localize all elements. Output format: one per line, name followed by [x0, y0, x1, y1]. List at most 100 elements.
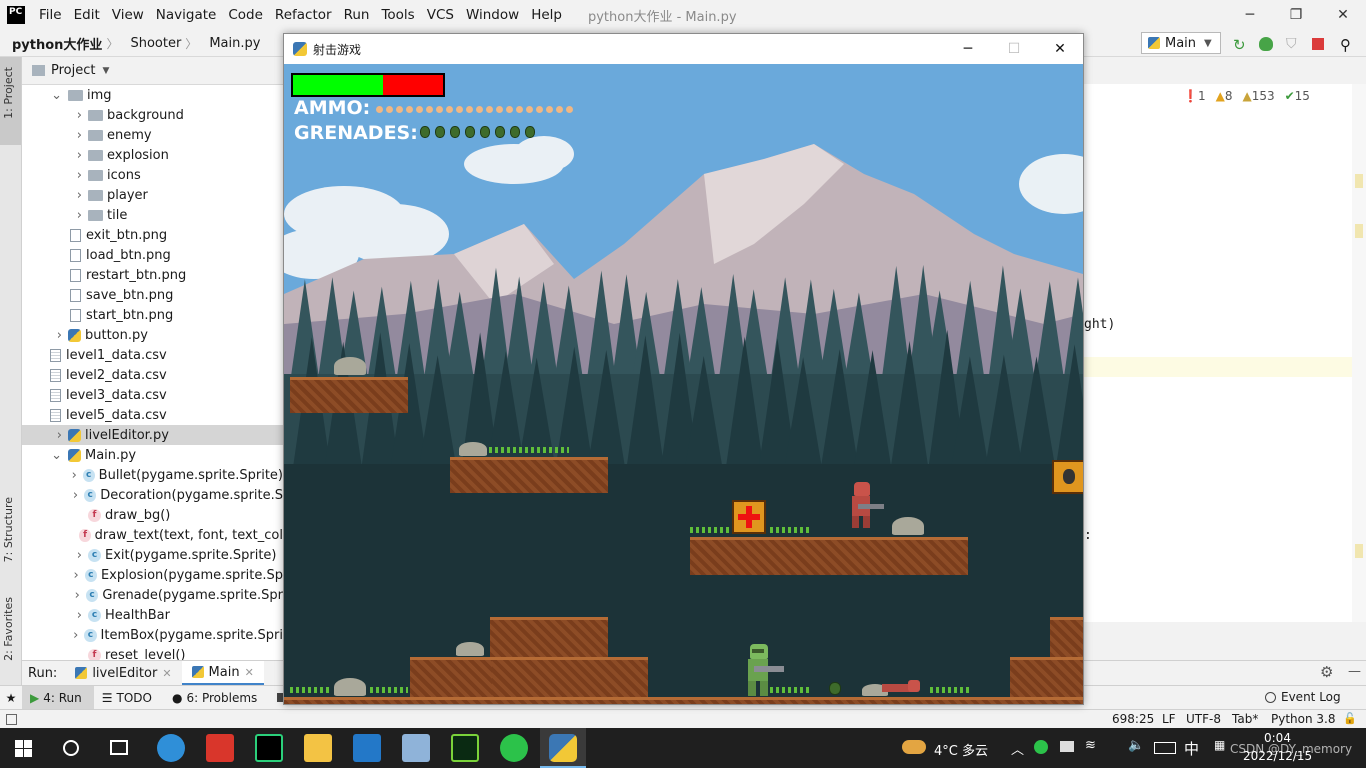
chevron-right-icon[interactable]: ›: [75, 588, 80, 603]
tree-item[interactable]: ⌄ Main.py: [22, 445, 283, 465]
tree-item[interactable]: f draw_text(text, font, text_col: [22, 525, 283, 545]
chevron-right-icon[interactable]: ›: [77, 128, 82, 143]
tree-item[interactable]: › explosion: [22, 145, 283, 165]
tab-structure[interactable]: 7: Structure: [2, 497, 15, 562]
run-tab-livelEditor[interactable]: livelEditor ✕: [65, 666, 181, 681]
toggle-tool-windows-icon[interactable]: [6, 714, 17, 725]
hide-icon[interactable]: —: [1348, 664, 1361, 679]
gear-icon[interactable]: ⚙: [1320, 663, 1333, 681]
tree-item[interactable]: › c HealthBar: [22, 605, 283, 625]
tree-item[interactable]: › c Grenade(pygame.sprite.Spr: [22, 585, 283, 605]
tree-item[interactable]: › c Bullet(pygame.sprite.Sprite): [22, 465, 283, 485]
wifi-icon[interactable]: ≋: [1085, 738, 1096, 753]
breadcrumb-folder[interactable]: Shooter: [118, 36, 185, 51]
python-taskbar-item[interactable]: [540, 728, 586, 768]
wps-icon[interactable]: [206, 734, 234, 762]
chevron-right-icon[interactable]: ›: [77, 168, 82, 183]
tree-item[interactable]: › enemy: [22, 125, 283, 145]
wechat-tray-icon[interactable]: [1034, 740, 1048, 754]
vscode-icon[interactable]: [353, 734, 381, 762]
tab-run[interactable]: ▶ 4: Run: [22, 685, 94, 710]
menu-view[interactable]: View: [106, 7, 150, 23]
chevron-right-icon[interactable]: ›: [72, 468, 77, 483]
game-maximize-button[interactable]: ☐: [1004, 39, 1024, 59]
tree-item[interactable]: › button.py: [22, 325, 283, 345]
chevron-down-icon[interactable]: ⌄: [51, 88, 62, 103]
search-icon[interactable]: ⚲: [1340, 36, 1356, 54]
weak-warning-count[interactable]: ▲153: [1242, 89, 1274, 103]
chevron-right-icon[interactable]: ›: [57, 328, 62, 343]
menu-edit[interactable]: Edit: [68, 7, 106, 23]
tree-item[interactable]: level2_data.csv: [22, 365, 283, 385]
error-count[interactable]: ❗1: [1183, 89, 1206, 103]
chevron-right-icon[interactable]: ›: [73, 488, 78, 503]
edge-icon[interactable]: [157, 734, 185, 762]
debug-bug-icon[interactable]: [1259, 37, 1273, 51]
wechat-icon[interactable]: [500, 734, 528, 762]
tree-item[interactable]: start_btn.png: [22, 305, 283, 325]
lock-icon[interactable]: 🔓: [1343, 712, 1357, 725]
game-titlebar[interactable]: 射击游戏 ─ ☐ ✕: [284, 34, 1083, 64]
chevron-up-icon[interactable]: ︿: [1011, 739, 1024, 758]
indent-setting[interactable]: Tab*: [1232, 712, 1258, 726]
line-separator[interactable]: LF: [1162, 712, 1176, 726]
tree-item[interactable]: f draw_bg(): [22, 505, 283, 525]
close-icon[interactable]: ✕: [245, 666, 254, 679]
tab-project[interactable]: 1: Project: [2, 67, 15, 119]
game-close-button[interactable]: ✕: [1050, 39, 1070, 59]
close-button[interactable]: ✕: [1333, 5, 1353, 25]
favorites-star-icon[interactable]: ★: [0, 691, 22, 705]
file-encoding[interactable]: UTF-8: [1186, 712, 1221, 726]
menu-help[interactable]: Help: [525, 7, 568, 23]
project-panel-header[interactable]: Project ▼: [22, 57, 283, 85]
tab-todo[interactable]: ☰ TODO: [94, 686, 164, 710]
tree-item[interactable]: load_btn.png: [22, 245, 283, 265]
chevron-right-icon[interactable]: ›: [77, 148, 82, 163]
typo-count[interactable]: ✔15: [1285, 89, 1310, 103]
chevron-right-icon[interactable]: ›: [57, 428, 62, 443]
menu-file[interactable]: File: [33, 7, 68, 23]
menu-navigate[interactable]: Navigate: [150, 7, 223, 23]
minimize-button[interactable]: ─: [1240, 5, 1260, 25]
speaker-icon[interactable]: 🔈: [1128, 738, 1144, 753]
run-tab-main[interactable]: Main ✕: [181, 661, 264, 685]
task-view-icon[interactable]: [110, 740, 128, 755]
tree-item[interactable]: › background: [22, 105, 283, 125]
menu-window[interactable]: Window: [460, 7, 525, 23]
windows-start-icon[interactable]: [15, 740, 32, 757]
run-configuration-select[interactable]: Main ▼: [1141, 32, 1221, 54]
tree-item[interactable]: › icons: [22, 165, 283, 185]
search-icon[interactable]: [63, 740, 79, 756]
inspection-widget[interactable]: ❗1 ▲8 ▲153 ✔15: [1183, 89, 1310, 103]
chevron-right-icon[interactable]: ›: [77, 608, 82, 623]
weather-icon[interactable]: [902, 740, 926, 754]
tree-item[interactable]: level1_data.csv: [22, 345, 283, 365]
event-log-tab[interactable]: Event Log: [1265, 690, 1341, 704]
tree-item[interactable]: f reset_level(): [22, 645, 283, 660]
weather-text[interactable]: 4°C 多云: [934, 740, 988, 759]
chevron-down-icon[interactable]: ⌄: [51, 448, 62, 463]
tree-item[interactable]: › player: [22, 185, 283, 205]
tree-item[interactable]: › c ItemBox(pygame.sprite.Spri: [22, 625, 283, 645]
tree-item[interactable]: › c Exit(pygame.sprite.Sprite): [22, 545, 283, 565]
caret-position[interactable]: 698:25: [1112, 712, 1154, 726]
tree-item[interactable]: save_btn.png: [22, 285, 283, 305]
tree-item[interactable]: › c Explosion(pygame.sprite.Sp: [22, 565, 283, 585]
tab-favorites[interactable]: 2: Favorites: [2, 597, 15, 661]
close-icon[interactable]: ✕: [162, 667, 171, 680]
warning-count[interactable]: ▲8: [1216, 89, 1233, 103]
pycharm-icon[interactable]: [255, 734, 283, 762]
menu-tools[interactable]: Tools: [375, 7, 420, 23]
dreamweaver-icon[interactable]: [451, 734, 479, 762]
coverage-icon[interactable]: ⛉: [1286, 36, 1302, 52]
rerun-icon[interactable]: ↻: [1233, 36, 1249, 54]
tree-item[interactable]: › livelEditor.py: [22, 425, 283, 445]
chevron-right-icon[interactable]: ›: [77, 548, 82, 563]
menu-code[interactable]: Code: [222, 7, 269, 23]
breadcrumb-file[interactable]: Main.py: [197, 36, 264, 51]
tree-item[interactable]: › tile: [22, 205, 283, 225]
tree-item[interactable]: level5_data.csv: [22, 405, 283, 425]
menu-refactor[interactable]: Refactor: [269, 7, 338, 23]
tree-item[interactable]: restart_btn.png: [22, 265, 283, 285]
chevron-right-icon[interactable]: ›: [73, 568, 78, 583]
